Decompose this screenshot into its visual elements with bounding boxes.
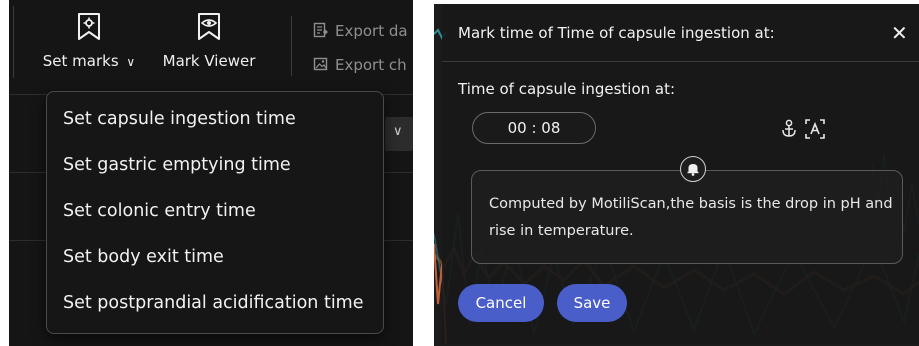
bell-icon bbox=[680, 156, 706, 182]
mark-viewer-button[interactable]: Mark Viewer bbox=[157, 12, 261, 70]
menu-item-colonic-entry[interactable]: Set colonic entry time bbox=[63, 201, 256, 221]
right-panel: Mark time of Time of capsule ingestion a… bbox=[434, 4, 919, 346]
ingestion-time-input[interactable]: 00 : 08 bbox=[472, 112, 596, 144]
mark-viewer-label: Mark Viewer bbox=[162, 52, 256, 70]
bookmark-eye-icon bbox=[157, 12, 261, 46]
dropdown-toggle[interactable]: ∨ bbox=[385, 117, 413, 151]
cancel-button[interactable]: Cancel bbox=[458, 284, 544, 322]
export-data-label: Export da bbox=[335, 22, 408, 40]
save-button[interactable]: Save bbox=[557, 284, 627, 322]
export-image-icon bbox=[313, 57, 328, 71]
chevron-down-icon: ∨ bbox=[393, 124, 403, 139]
dialog-divider bbox=[442, 61, 919, 62]
export-doc-icon bbox=[313, 22, 328, 38]
bookmark-gear-icon bbox=[39, 12, 139, 46]
dialog-title: Mark time of Time of capsule ingestion a… bbox=[458, 24, 775, 42]
menu-item-capsule-ingestion[interactable]: Set capsule ingestion time bbox=[63, 109, 296, 129]
left-panel: Set marks ∨ Mark Viewer Export da Export… bbox=[9, 0, 413, 346]
computation-note: Computed by MotiliScan,the basis is the … bbox=[471, 170, 903, 264]
mark-time-dialog: Mark time of Time of capsule ingestion a… bbox=[442, 4, 919, 344]
chevron-down-icon: ∨ bbox=[126, 55, 136, 69]
toolbar-divider bbox=[13, 6, 14, 78]
close-icon[interactable]: ✕ bbox=[891, 21, 908, 45]
set-marks-menu: Set capsule ingestion time Set gastric e… bbox=[46, 91, 384, 334]
toolbar-divider bbox=[291, 16, 292, 76]
set-marks-button[interactable]: Set marks ∨ bbox=[39, 12, 139, 70]
ingestion-time-label: Time of capsule ingestion at: bbox=[458, 80, 676, 98]
menu-item-gastric-emptying[interactable]: Set gastric emptying time bbox=[63, 155, 291, 175]
menu-item-body-exit[interactable]: Set body exit time bbox=[63, 247, 224, 267]
set-marks-label: Set marks bbox=[42, 52, 119, 70]
text-select-icon[interactable] bbox=[804, 118, 826, 144]
menu-item-postprandial-acidification[interactable]: Set postprandial acidification time bbox=[63, 293, 364, 313]
computation-note-text: Computed by MotiliScan,the basis is the … bbox=[489, 196, 893, 239]
anchor-icon[interactable] bbox=[780, 119, 798, 143]
export-chart-label: Export ch bbox=[335, 56, 407, 74]
export-chart-button[interactable]: Export ch bbox=[313, 56, 407, 74]
export-data-button[interactable]: Export da bbox=[313, 22, 408, 40]
